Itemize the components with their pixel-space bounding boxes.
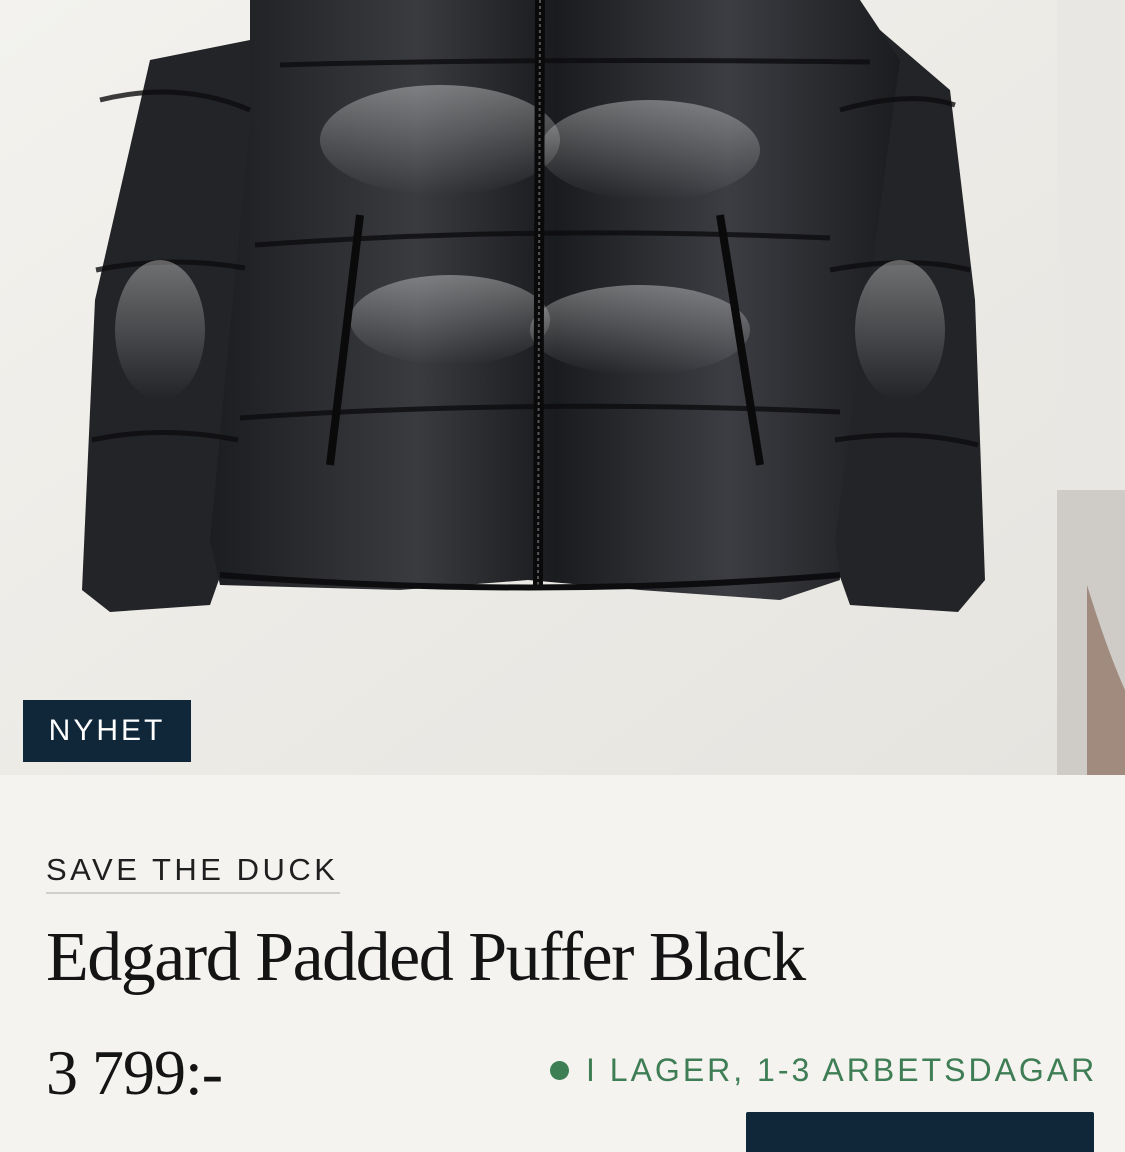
stock-status-label: I LAGER, 1-3 ARBETSDAGAR [586,1052,1098,1088]
stock-dot-icon [550,1061,569,1080]
stock-status: I LAGER, 1-3 ARBETSDAGAR [550,1052,1097,1089]
product-image-jacket[interactable] [0,0,1057,775]
new-badge: NYHET [23,700,191,762]
product-title: Edgard Padded Puffer Black [46,919,806,996]
brand-link[interactable]: SAVE THE DUCK [46,852,341,894]
next-product-image[interactable] [1057,0,1125,775]
product-price: 3 799:- [46,1037,223,1108]
product-image-gallery[interactable]: NYHET [0,0,1125,775]
add-to-cart-button[interactable] [746,1112,1094,1152]
